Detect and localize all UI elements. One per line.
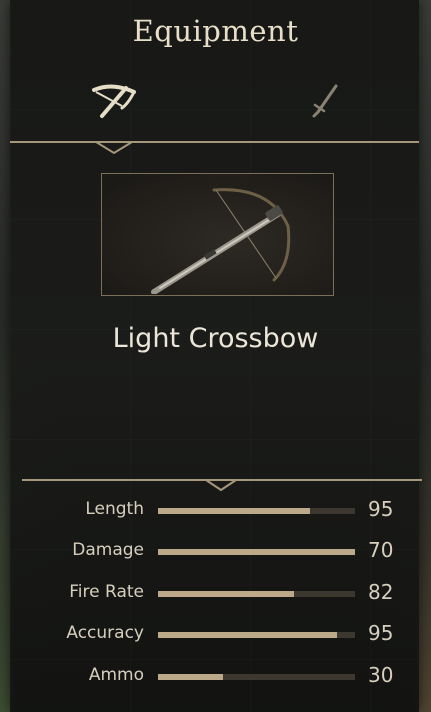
stat-bar-fill [158, 508, 310, 514]
tab-divider [10, 141, 419, 143]
stat-value: 95 [368, 497, 394, 521]
screen-title: Equipment [132, 14, 299, 48]
stat-row-damage: Damage 70 [0, 538, 431, 566]
stat-label: Accuracy [66, 623, 144, 643]
stat-bar-fill [158, 674, 223, 680]
crossbow-image [151, 188, 291, 294]
sword-icon [312, 84, 338, 118]
tab-crossbow[interactable] [88, 78, 140, 122]
stat-value: 70 [368, 538, 394, 562]
stat-value: 95 [368, 621, 394, 645]
tab-selection-notch [96, 141, 132, 155]
stat-row-length: Length 95 [0, 497, 431, 525]
stat-label: Ammo [88, 665, 144, 685]
stat-label: Fire Rate [69, 582, 144, 602]
stat-value: 30 [368, 663, 394, 687]
stat-value: 82 [368, 580, 394, 604]
stat-row-accuracy: Accuracy 95 [0, 621, 431, 649]
stat-bar-track [158, 632, 355, 638]
stat-bar-fill [158, 632, 338, 638]
stat-bar-fill [158, 591, 294, 597]
stat-bar-track [158, 674, 355, 680]
stat-bar-track [158, 549, 355, 555]
stat-bar-track [158, 508, 355, 514]
crossbow-icon [92, 84, 136, 118]
weapon-name: Light Crossbow [112, 323, 319, 354]
tab-sword[interactable] [306, 80, 346, 120]
weapon-preview-frame [101, 173, 334, 296]
stat-bar-fill [158, 549, 355, 555]
stat-row-ammo: Ammo 30 [0, 663, 431, 691]
stat-row-fire-rate: Fire Rate 82 [0, 580, 431, 608]
stat-bar-track [158, 591, 355, 597]
stat-label: Length [85, 499, 144, 519]
stats-divider-notch [206, 479, 236, 492]
stat-label: Damage [72, 540, 144, 560]
